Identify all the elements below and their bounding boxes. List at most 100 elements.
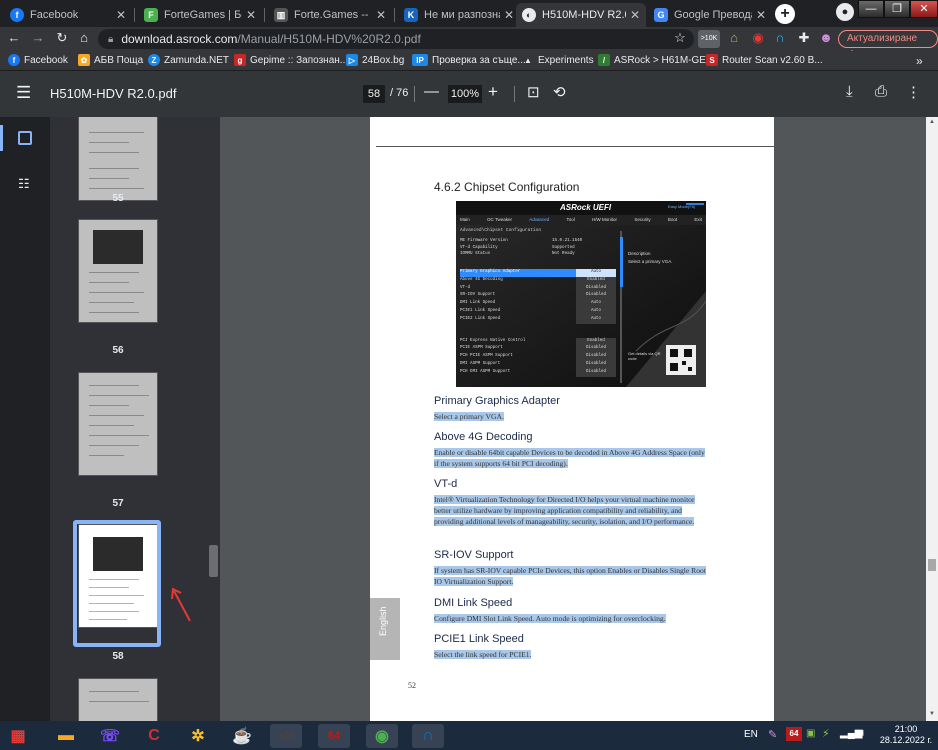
tab-google-translate[interactable]: G Google Преводач ✕ [648, 3, 772, 27]
tab-forte-ludo[interactable]: ▥ Forte.Games -- Ludo ✕ [268, 3, 392, 27]
page-thumbnail-59[interactable] [78, 678, 158, 721]
viber-taskbar-icon[interactable]: ☏ [94, 724, 126, 748]
extensions-puzzle-icon[interactable]: ✚ [796, 30, 812, 46]
rotate-icon[interactable]: ⟲ [553, 83, 566, 101]
uefi-menu-item: Main [460, 217, 470, 222]
bookmark-abv[interactable]: ✿ АБВ Поща [78, 54, 143, 66]
volume-tray-icon[interactable]: 🔈︎ [860, 727, 867, 740]
page-number-input[interactable]: 58 [363, 85, 385, 103]
windows-taskbar: ▦ ▬ ☏ C ✲ ☕ XM 64 ◉ ∩ EN ✎ 64 ▣ ⚡︎ ▂▄▆ 🔈︎ 21:00 2… [0, 721, 938, 750]
forward-icon[interactable]: → [30, 30, 46, 45]
bookmark-facebook[interactable]: f Facebook [8, 54, 68, 66]
tab-fortegames[interactable]: F ForteGames | Белот ✕ [138, 3, 262, 27]
uefi-option-value: Auto [576, 300, 616, 308]
ccleaner-taskbar-icon[interactable]: C [138, 724, 170, 748]
tab-search-icon[interactable]: ● [836, 3, 854, 21]
bookmark-label: Facebook [24, 54, 68, 66]
close-icon[interactable]: ✕ [756, 8, 766, 22]
scroll-down-arrow-icon[interactable]: ▼ [929, 711, 935, 717]
close-icon[interactable]: ✕ [504, 8, 514, 22]
monitor-tray-icon[interactable]: ▣ [806, 728, 815, 739]
pinwheel-taskbar-icon[interactable]: ✲ [182, 724, 214, 748]
bookmark-asrock[interactable]: / ASRock > H61M-GE [598, 54, 706, 66]
extension-home-icon[interactable]: ⌂ [726, 30, 742, 45]
headphones-taskbar-icon[interactable]: ∩ [412, 724, 444, 748]
close-icon[interactable]: ✕ [376, 8, 386, 22]
bookmark-ip-check[interactable]: IP Проверка за съще... [412, 54, 526, 66]
extension-badge[interactable]: >10K [698, 30, 720, 48]
scroll-up-arrow-icon[interactable]: ▲ [929, 119, 935, 125]
back-icon[interactable]: ← [6, 30, 22, 45]
uefi-option-label: PCIE ASPM Support [460, 346, 503, 351]
page-thumbnail-56[interactable] [78, 219, 158, 323]
profile-avatar-icon[interactable]: ☻ [818, 30, 834, 45]
headset-icon[interactable]: ∩ [772, 30, 788, 45]
scrollbar-handle[interactable] [928, 559, 936, 571]
language-side-tab: English [370, 598, 400, 660]
more-options-icon[interactable]: ⋮ [906, 83, 921, 101]
uefi-option-row: DMI Link Speed Auto [460, 300, 616, 308]
viewer-scrollbar[interactable]: ▲ ▼ [926, 117, 938, 721]
download-icon[interactable]: ⤓ [846, 83, 853, 100]
tab-title: Google Преводач [674, 9, 752, 21]
minimize-button[interactable]: — [858, 0, 884, 18]
menu-icon[interactable]: ☰ [16, 83, 31, 103]
flask-icon: ▲ [524, 55, 532, 65]
xm-play-taskbar-icon[interactable]: XM [270, 724, 302, 748]
rubiks-cube-taskbar-icon[interactable]: ▦ [2, 724, 34, 748]
language-side-tab-label: English [378, 606, 388, 636]
facebook-icon: f [10, 8, 24, 22]
battery-tray-icon[interactable]: ⚡︎ [822, 727, 830, 740]
address-bar[interactable]: 🔒︎ download.asrock.com/Manual/H510M-HDV%… [98, 29, 694, 49]
zoom-input[interactable]: 100% [448, 85, 482, 103]
uefi-brand: ASRock UEFI [560, 203, 612, 212]
thumbnails-icon[interactable] [18, 131, 32, 145]
bookmark-24box[interactable]: ▷ 24Box.bg [346, 54, 404, 66]
bookmark-gepime[interactable]: g Gepime :: Запознан... [234, 54, 348, 66]
uefi-option-row: PCH PCIE ASPM Support Disabled [460, 353, 616, 361]
aida64-taskbar-icon[interactable]: 64 [318, 724, 350, 748]
bookmark-star-icon[interactable]: ☆ [672, 30, 688, 46]
scrollbar-handle[interactable] [209, 545, 218, 577]
feather-tray-icon[interactable]: ✎ [768, 728, 777, 741]
close-window-button[interactable]: ✕ [910, 0, 938, 18]
zoom-out-button[interactable]: — [424, 83, 439, 100]
tab-facebook[interactable]: f Facebook ✕ [4, 3, 132, 27]
chrome-taskbar-icon[interactable]: ◉ [366, 724, 398, 748]
page-thumbnail-55[interactable] [78, 117, 158, 201]
print-icon[interactable]: ⎙ [875, 83, 887, 100]
tab-pdf-manual[interactable]: ◐ H510M-HDV R2.0.pc ✕ [516, 3, 646, 27]
restore-button[interactable]: ❐ [884, 0, 910, 18]
outline-icon[interactable]: ☷ [18, 177, 32, 191]
thumbnail-label: 55 [112, 193, 124, 204]
section-text: Intel® Virtualization Technology for Dir… [434, 494, 706, 527]
thumbnail-scrollbar[interactable] [208, 117, 220, 721]
home-icon[interactable]: ⌂ [76, 30, 92, 45]
reload-icon[interactable]: ↻ [54, 30, 70, 46]
tab-forum-post[interactable]: K Не ми разпознава и ✕ [398, 3, 520, 27]
tab-title: Forte.Games -- Ludo [294, 9, 372, 21]
close-icon[interactable]: ✕ [630, 8, 640, 22]
aida64-tray-icon[interactable]: 64 [786, 727, 802, 741]
close-icon[interactable]: ✕ [246, 8, 256, 22]
uefi-menu-item: Tool [566, 217, 575, 222]
bookmark-router-scan[interactable]: S Router Scan v2.60 B... [706, 54, 823, 66]
new-tab-button[interactable]: + [775, 4, 795, 24]
fit-page-icon[interactable]: ⊡ [527, 83, 540, 101]
close-icon[interactable]: ✕ [116, 8, 126, 22]
bookmark-experiments[interactable]: ▲ Experiments [522, 54, 594, 66]
file-explorer-taskbar-icon[interactable]: ▬ [50, 724, 82, 748]
ublock-icon[interactable]: ◉ [750, 30, 766, 46]
zoom-in-button[interactable]: + [488, 82, 498, 102]
input-language[interactable]: EN [744, 729, 758, 740]
system-clock[interactable]: 21:00 28.12.2022 г. [876, 724, 936, 746]
java-taskbar-icon[interactable]: ☕ [226, 724, 258, 748]
uefi-option-value: Enabled [576, 337, 616, 346]
page-thumbnail-57[interactable] [78, 372, 158, 476]
bookmarks-overflow-icon[interactable]: » [916, 54, 923, 68]
pdf-page: 4.6.2 Chipset Configuration ASRock UEFI … [370, 117, 774, 721]
update-button[interactable]: Актуализиране ⋮ [838, 30, 938, 60]
uefi-qr-text: Get details via QR code [628, 351, 661, 361]
router-scan-icon: S [706, 54, 718, 66]
bookmark-zamunda[interactable]: Z Zamunda.NET [148, 54, 229, 66]
